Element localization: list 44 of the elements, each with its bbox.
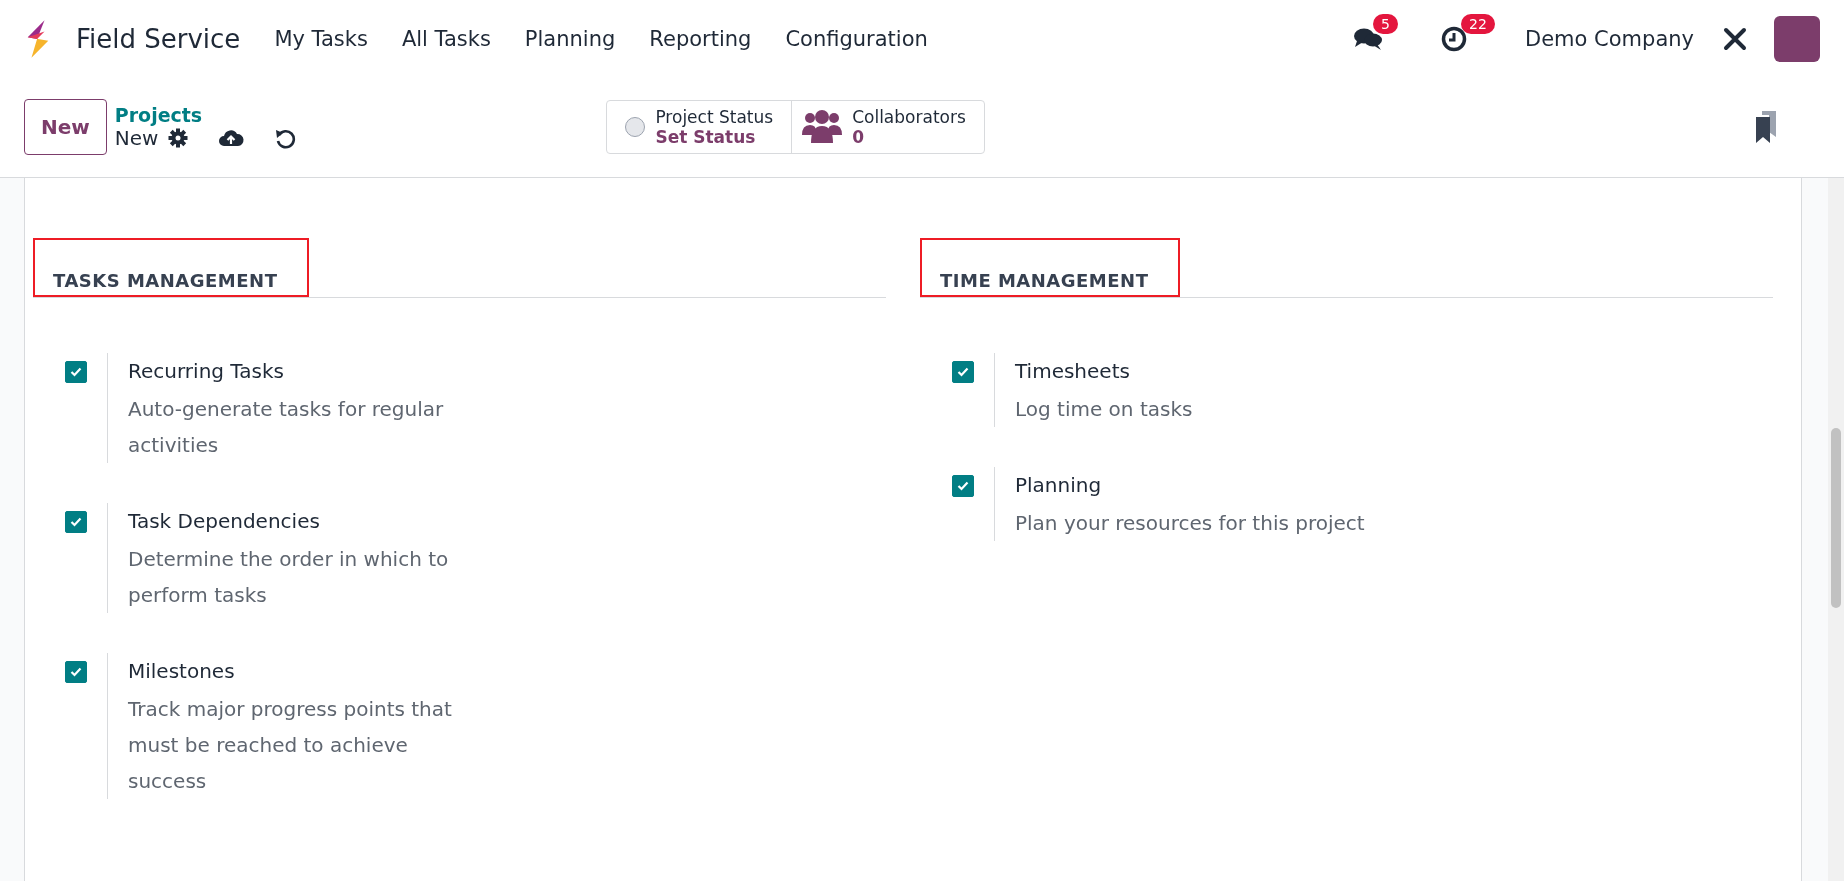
checkmark-icon bbox=[70, 667, 82, 677]
checkbox[interactable] bbox=[952, 361, 974, 383]
notification-count: 22 bbox=[1461, 13, 1495, 34]
setting-description: Plan your resources for this project bbox=[1015, 510, 1366, 537]
checkbox[interactable] bbox=[952, 475, 974, 497]
setting-label: Planning bbox=[1015, 472, 1103, 499]
checkmark-icon bbox=[70, 367, 82, 377]
menu-item[interactable]: Planning bbox=[524, 26, 616, 51]
checkmark-icon bbox=[70, 517, 82, 527]
setting-description: Auto-generate tasks for regular activities bbox=[128, 396, 445, 459]
section-heading: TIME MANAGEMENT bbox=[920, 238, 1181, 297]
new-button[interactable]: New bbox=[24, 99, 107, 155]
setting-description: Determine the order in which to perform tasks bbox=[128, 546, 450, 609]
checkmark-icon bbox=[957, 367, 969, 377]
cloud-upload-icon[interactable] bbox=[218, 128, 245, 148]
setting-label: Recurring Tasks bbox=[128, 358, 285, 385]
gear-icon[interactable] bbox=[168, 128, 189, 148]
menu-item[interactable]: All Tasks bbox=[401, 26, 491, 51]
bookmark-icon[interactable] bbox=[1754, 111, 1778, 143]
setting-description: Log time on tasks bbox=[1015, 396, 1194, 423]
people-icon bbox=[802, 109, 843, 145]
section-heading: TASKS MANAGEMENT bbox=[33, 238, 310, 297]
app-name[interactable]: Field Service bbox=[76, 23, 241, 54]
collaborators-button[interactable]: Collaborators 0 bbox=[791, 101, 984, 153]
setting-label: Timesheets bbox=[1015, 358, 1131, 385]
checkbox[interactable] bbox=[65, 661, 87, 683]
setting-label: Milestones bbox=[128, 658, 236, 685]
record-title: New bbox=[114, 126, 159, 150]
notification-count: 5 bbox=[1373, 13, 1398, 34]
company-name[interactable]: Demo Company bbox=[1525, 26, 1694, 51]
clock-icon[interactable] bbox=[1441, 25, 1467, 52]
menu-item[interactable]: My Tasks bbox=[274, 26, 368, 51]
checkbox[interactable] bbox=[65, 361, 87, 383]
menu-item[interactable]: Configuration bbox=[785, 26, 928, 51]
menu-item[interactable]: Reporting bbox=[649, 26, 752, 51]
scrollbar[interactable] bbox=[1828, 178, 1844, 881]
breadcrumb-link[interactable]: Projects bbox=[114, 104, 297, 126]
checkbox[interactable] bbox=[65, 511, 87, 533]
setting-label: Task Dependencies bbox=[128, 508, 321, 535]
undo-icon[interactable] bbox=[274, 127, 297, 149]
project-status-button[interactable]: Project Status Set Status bbox=[607, 101, 792, 153]
user-avatar[interactable] bbox=[1774, 15, 1820, 62]
checkmark-icon bbox=[957, 481, 969, 491]
setting-description: Track major progress points that must be reached to achieve success bbox=[128, 696, 453, 795]
